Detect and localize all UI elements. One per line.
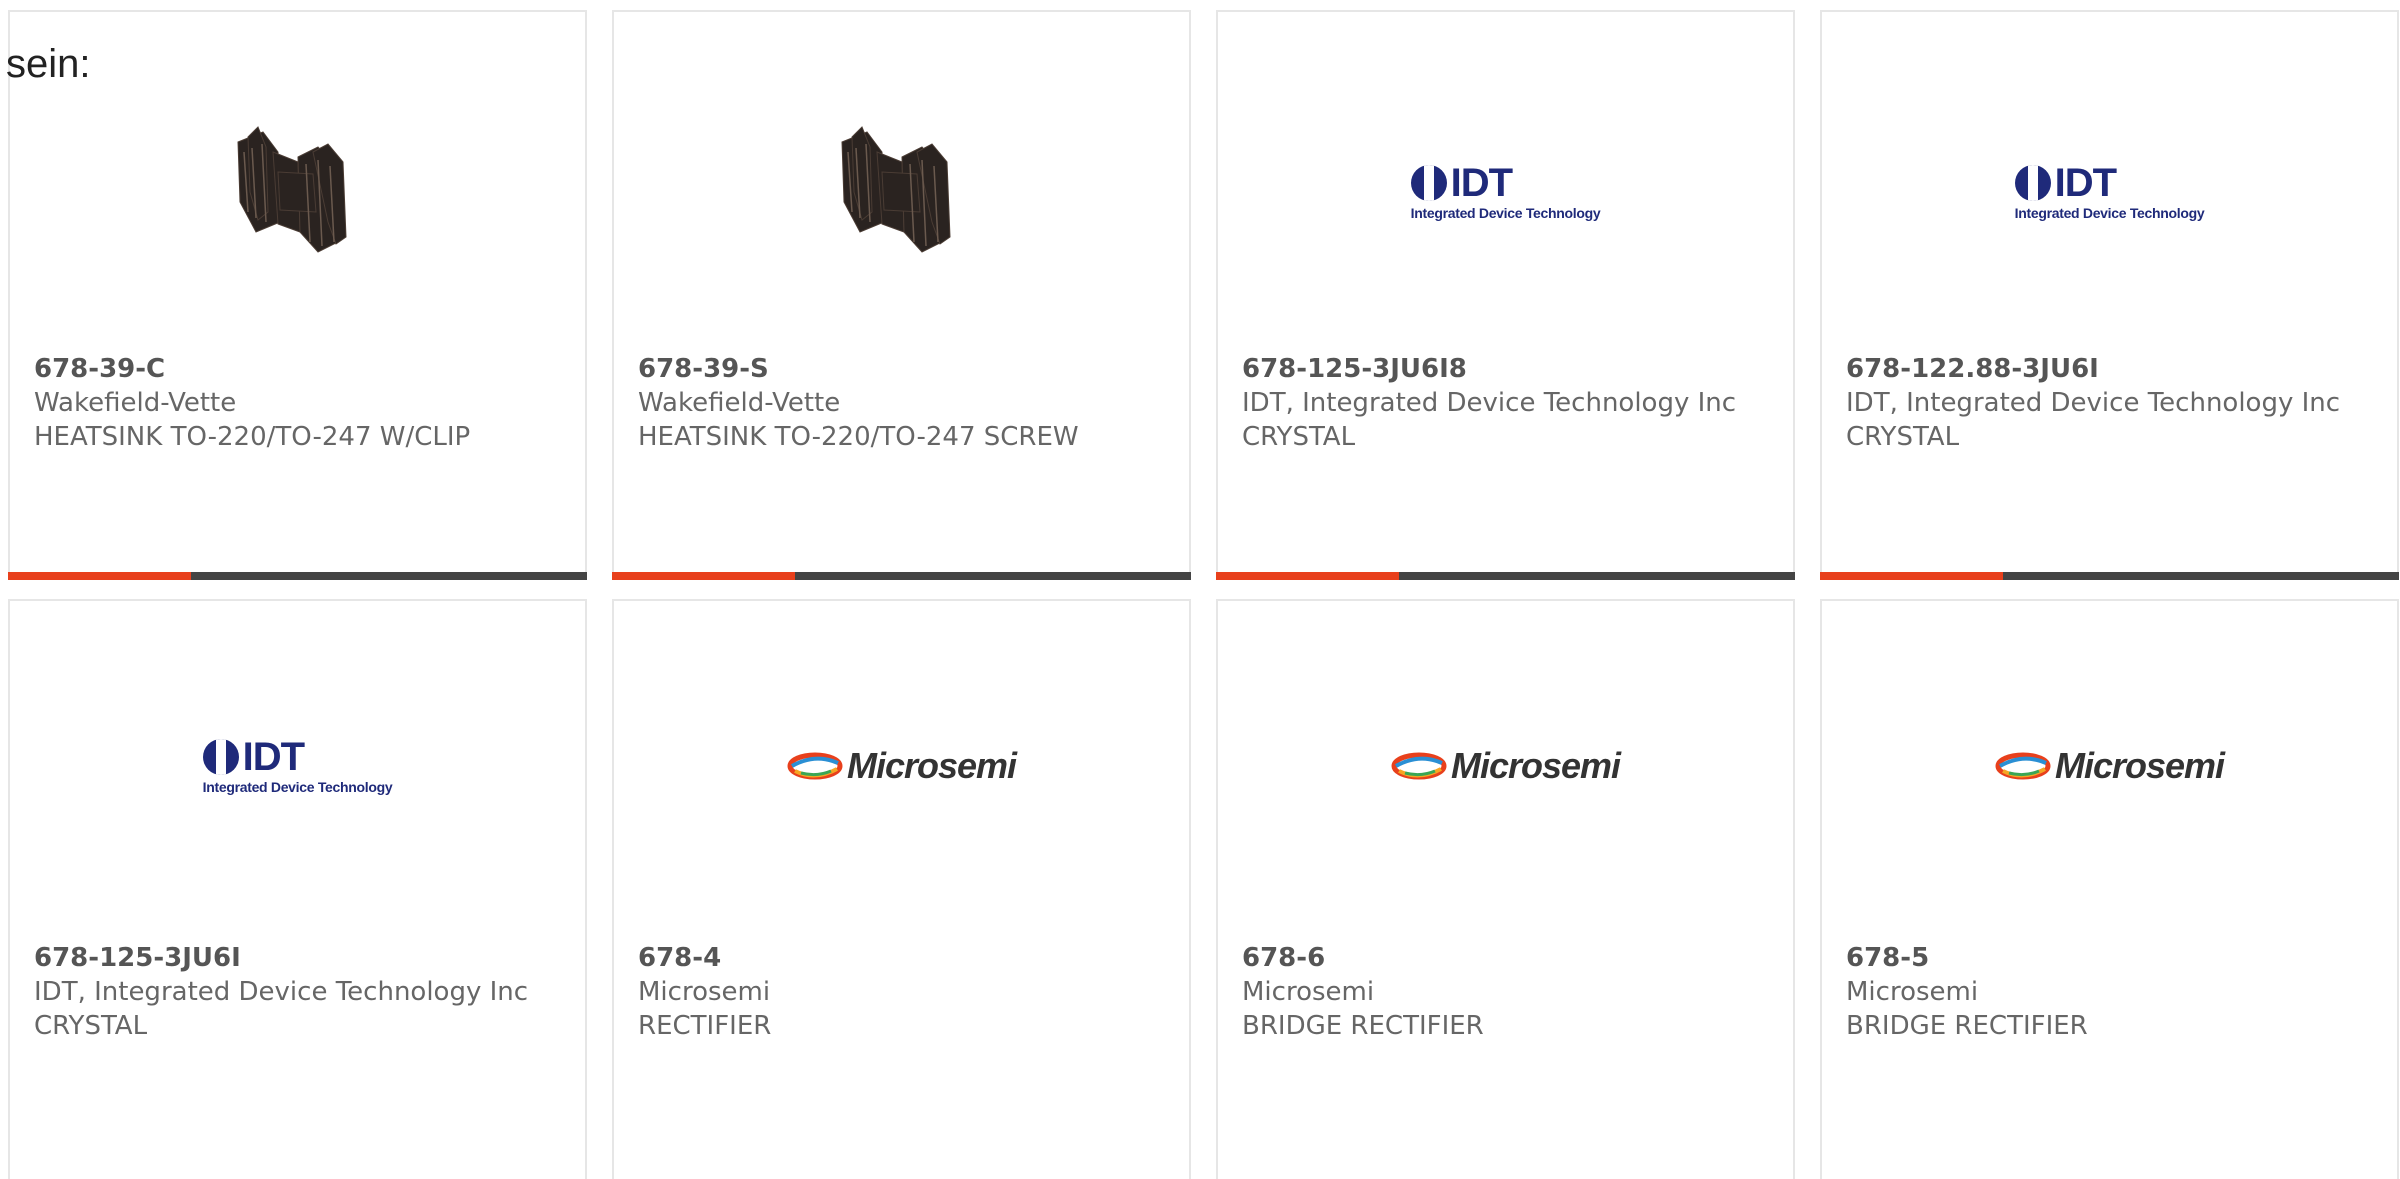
product-grid: 678-39-C Wakefield-Vette HEATSINK TO-220… (0, 0, 2400, 1179)
idt-mark-icon (202, 739, 239, 775)
product-card[interactable]: IDT Integrated Device Technology 678-125… (1216, 10, 1795, 580)
description: HEATSINK TO-220/TO-247 W/CLIP (34, 422, 471, 452)
idt-tagline: Integrated Device Technology (1410, 205, 1601, 221)
manufacturer: Microsemi (1242, 977, 1375, 1007)
part-number-link[interactable]: 678-5 (1846, 941, 2373, 975)
product-info: 678-125-3JU6I IDT, Integrated Device Tec… (34, 941, 561, 1043)
idt-logo: IDT Integrated Device Technology (1410, 161, 1601, 221)
manufacturer: IDT, Integrated Device Technology Inc (34, 977, 529, 1007)
card-bottom-bar (1820, 572, 2399, 580)
product-card[interactable]: IDT Integrated Device Technology 678-122… (1820, 10, 2399, 580)
microsemi-wordmark: Microsemi (2054, 745, 2225, 786)
part-number-link[interactable]: 678-125-3JU6I (34, 941, 561, 975)
heatsink-image (840, 126, 951, 253)
manufacturer: Microsemi (638, 977, 771, 1007)
product-image[interactable] (614, 32, 1189, 352)
part-number-link[interactable]: 678-125-3JU6I8 (1242, 352, 1769, 386)
product-card[interactable]: 678-39-C Wakefield-Vette HEATSINK TO-220… (8, 10, 587, 580)
description: BRIDGE RECTIFIER (1242, 1011, 1484, 1041)
product-info: 678-125-3JU6I8 IDT, Integrated Device Te… (1242, 352, 1769, 454)
idt-wordmark: IDT (2054, 161, 2117, 205)
product-card[interactable]: Microsemi 678-5 Microsemi BRIDGE RECTIFI… (1820, 599, 2399, 1179)
idt-tagline: Integrated Device Technology (2014, 205, 2205, 221)
idt-wordmark: IDT (242, 735, 305, 779)
part-number-link[interactable]: 678-122.88-3JU6I (1846, 352, 2373, 386)
microsemi-swoosh-icon (1391, 752, 1447, 780)
idt-mark-icon (2014, 165, 2051, 201)
manufacturer: IDT, Integrated Device Technology Inc (1242, 388, 1737, 418)
part-number-link[interactable]: 678-39-C (34, 352, 561, 386)
product-info: 678-6 Microsemi BRIDGE RECTIFIER (1242, 941, 1769, 1043)
product-info: 678-5 Microsemi BRIDGE RECTIFIER (1846, 941, 2373, 1043)
description: CRYSTAL (1242, 422, 1356, 452)
card-bar-accent (1216, 572, 1399, 580)
description: RECTIFIER (638, 1011, 772, 1041)
product-image[interactable] (10, 32, 585, 352)
card-bottom-bar (612, 572, 1191, 580)
microsemi-logo: Microsemi (787, 745, 1017, 787)
product-image[interactable]: Microsemi (1822, 601, 2397, 931)
card-bar-accent (1820, 572, 2003, 580)
intro-text: sein: (6, 42, 91, 86)
card-bar-accent (8, 572, 191, 580)
idt-logo: IDT Integrated Device Technology (2014, 161, 2205, 221)
part-number-link[interactable]: 678-6 (1242, 941, 1769, 975)
idt-logo: IDT Integrated Device Technology (202, 735, 393, 795)
description: CRYSTAL (1846, 422, 1960, 452)
microsemi-logo: Microsemi (1391, 745, 1621, 787)
microsemi-wordmark: Microsemi (846, 745, 1017, 786)
card-bottom-bar (1216, 572, 1795, 580)
card-bottom-bar (8, 572, 587, 580)
product-card[interactable]: Microsemi 678-4 Microsemi RECTIFIER (612, 599, 1191, 1179)
manufacturer: Microsemi (1846, 977, 1979, 1007)
manufacturer: IDT, Integrated Device Technology Inc (1846, 388, 2341, 418)
card-bar-accent (612, 572, 795, 580)
product-info: 678-39-S Wakefield-Vette HEATSINK TO-220… (638, 352, 1165, 454)
product-image[interactable]: IDT Integrated Device Technology (1822, 32, 2397, 352)
product-info: 678-4 Microsemi RECTIFIER (638, 941, 1165, 1043)
product-image[interactable]: IDT Integrated Device Technology (1218, 32, 1793, 352)
manufacturer: Wakefield-Vette (638, 388, 841, 418)
product-image[interactable]: IDT Integrated Device Technology (10, 601, 585, 931)
manufacturer: Wakefield-Vette (34, 388, 237, 418)
microsemi-swoosh-icon (1995, 752, 2051, 780)
microsemi-wordmark: Microsemi (1450, 745, 1621, 786)
microsemi-logo: Microsemi (1995, 745, 2225, 787)
product-image[interactable]: Microsemi (614, 601, 1189, 931)
product-info: 678-122.88-3JU6I IDT, Integrated Device … (1846, 352, 2373, 454)
heatsink-image (236, 126, 347, 253)
product-info: 678-39-C Wakefield-Vette HEATSINK TO-220… (34, 352, 561, 454)
idt-mark-icon (1410, 165, 1447, 201)
description: BRIDGE RECTIFIER (1846, 1011, 2088, 1041)
part-number-link[interactable]: 678-39-S (638, 352, 1165, 386)
idt-wordmark: IDT (1450, 161, 1513, 205)
description: HEATSINK TO-220/TO-247 SCREW (638, 422, 1079, 452)
product-card[interactable]: IDT Integrated Device Technology 678-125… (8, 599, 587, 1179)
part-number-link[interactable]: 678-4 (638, 941, 1165, 975)
description: CRYSTAL (34, 1011, 148, 1041)
product-card[interactable]: Microsemi 678-6 Microsemi BRIDGE RECTIFI… (1216, 599, 1795, 1179)
product-card[interactable]: 678-39-S Wakefield-Vette HEATSINK TO-220… (612, 10, 1191, 580)
microsemi-swoosh-icon (787, 752, 843, 780)
product-image[interactable]: Microsemi (1218, 601, 1793, 931)
idt-tagline: Integrated Device Technology (202, 779, 393, 795)
